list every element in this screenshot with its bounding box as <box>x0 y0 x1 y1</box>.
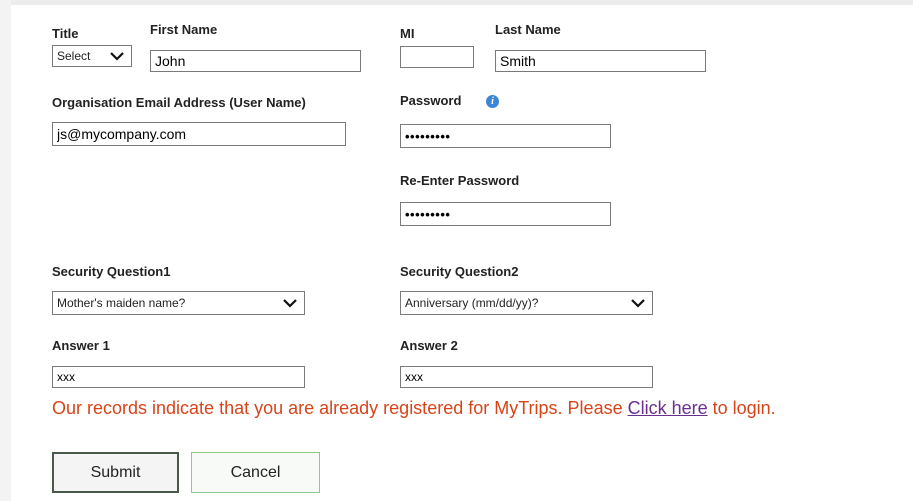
security-question1-label: Security Question1 <box>52 264 171 279</box>
chevron-down-icon <box>110 52 124 61</box>
answer1-input[interactable] <box>52 366 305 388</box>
security-question2-select[interactable]: Anniversary (mm/dd/yy)? <box>400 291 653 315</box>
title-label: Title <box>52 26 79 41</box>
password-input[interactable] <box>400 124 611 148</box>
mi-label: MI <box>400 26 415 41</box>
left-strip <box>0 0 11 501</box>
security-question2-value: Anniversary (mm/dd/yy)? <box>405 296 539 310</box>
submit-button[interactable]: Submit <box>52 452 179 493</box>
email-input[interactable] <box>52 122 346 146</box>
title-select-value: Select <box>57 49 91 63</box>
click-here-link[interactable]: Click here <box>628 398 708 418</box>
last-name-label: Last Name <box>495 22 561 37</box>
already-registered-message: Our records indicate that you are alread… <box>52 398 776 419</box>
password-label: Password <box>400 93 462 108</box>
answer2-input[interactable] <box>400 366 653 388</box>
message-text-after: to login. <box>707 398 776 418</box>
top-strip <box>0 0 913 5</box>
chevron-down-icon <box>283 299 297 308</box>
info-icon[interactable]: i <box>486 95 499 108</box>
last-name-input[interactable] <box>495 50 706 72</box>
first-name-input[interactable] <box>150 50 361 72</box>
reenter-password-input[interactable] <box>400 202 611 226</box>
title-select[interactable]: Select <box>52 45 132 67</box>
first-name-label: First Name <box>150 22 218 37</box>
chevron-down-icon <box>631 299 645 308</box>
answer2-label: Answer 2 <box>400 338 458 353</box>
cancel-button[interactable]: Cancel <box>191 452 320 493</box>
mi-input[interactable] <box>400 46 474 68</box>
answer1-label: Answer 1 <box>52 338 110 353</box>
message-text-before: Our records indicate that you are alread… <box>52 398 628 418</box>
security-question1-select[interactable]: Mother's maiden name? <box>52 291 305 315</box>
security-question2-label: Security Question2 <box>400 264 519 279</box>
security-question1-value: Mother's maiden name? <box>57 296 186 310</box>
reenter-password-label: Re-Enter Password <box>400 173 520 188</box>
email-label: Organisation Email Address (User Name) <box>52 95 306 110</box>
